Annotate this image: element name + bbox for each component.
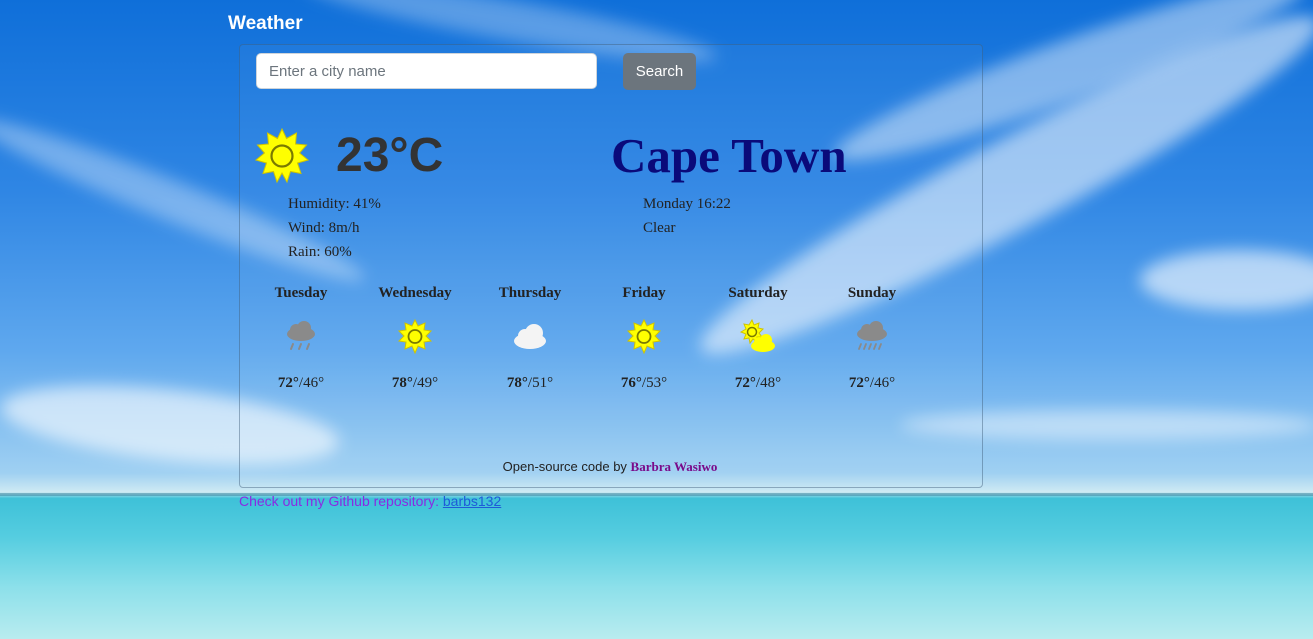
forecast-day: Friday 76°/53° (589, 285, 699, 392)
repo-text: Check out my Github repository: (239, 493, 443, 509)
github-repo-link[interactable]: barbs132 (443, 493, 501, 509)
horizon-line (0, 493, 1313, 496)
city-name: Cape Town (611, 128, 847, 183)
rain-text: Rain: 60% (288, 244, 352, 260)
shower-cloud-icon (857, 321, 887, 350)
current-temperature: 23°C (336, 129, 444, 182)
forecast-high: 78° (506, 375, 528, 391)
footer-credit: Open-source code by Barbra Wasiwo (239, 459, 981, 475)
sky-cloud (1140, 250, 1313, 310)
sun-icon (626, 318, 662, 355)
forecast-day-name: Tuesday (274, 285, 328, 301)
humidity-text: Humidity: 41% (288, 196, 381, 212)
sun-icon (397, 318, 433, 355)
forecast-low: /53° (641, 375, 668, 391)
forecast-day: Tuesday 72°/46° (246, 285, 356, 392)
forecast-day-name: Friday (622, 285, 666, 301)
forecast-day-name: Wednesday (378, 285, 452, 301)
forecast-day: Thursday 78°/51° (475, 285, 585, 392)
forecast-day-name: Saturday (728, 285, 788, 301)
forecast-day-name: Sunday (847, 285, 897, 301)
forecast-day: Sunday 72°/46° (817, 285, 927, 392)
cloud-icon (514, 324, 546, 349)
sun-icon (254, 128, 310, 184)
search-button[interactable]: Search (623, 53, 696, 90)
forecast-high: 72° (277, 375, 299, 391)
forecast-low: /49° (412, 375, 439, 391)
forecast-high: 78° (391, 375, 413, 391)
forecast-low: /51° (527, 375, 554, 391)
forecast-day-name: Thursday (498, 285, 562, 301)
forecast-low: /48° (755, 375, 782, 391)
sun-cloud-icon (739, 318, 775, 352)
rain-cloud-icon (287, 321, 315, 350)
city-search-input[interactable] (256, 53, 597, 89)
footer-prefix: Open-source code by (502, 459, 631, 474)
forecast-day: Saturday 72°/48° (703, 285, 813, 392)
condition-text: Clear (643, 220, 676, 236)
weather-card (239, 44, 983, 488)
date-time-text: Monday 16:22 (643, 196, 731, 212)
forecast-low: /46° (869, 375, 896, 391)
author-name: Barbra Wasiwo (630, 459, 718, 474)
forecast-high: 72° (848, 375, 870, 391)
github-repo-line: Check out my Github repository: barbs132 (239, 493, 501, 509)
forecast-high: 72° (734, 375, 756, 391)
app-title: Weather (228, 13, 303, 34)
forecast-day: Wednesday 78°/49° (360, 285, 470, 392)
forecast-low: /46° (298, 375, 325, 391)
wind-text: Wind: 8m/h (288, 220, 360, 236)
forecast-high: 76° (620, 375, 642, 391)
